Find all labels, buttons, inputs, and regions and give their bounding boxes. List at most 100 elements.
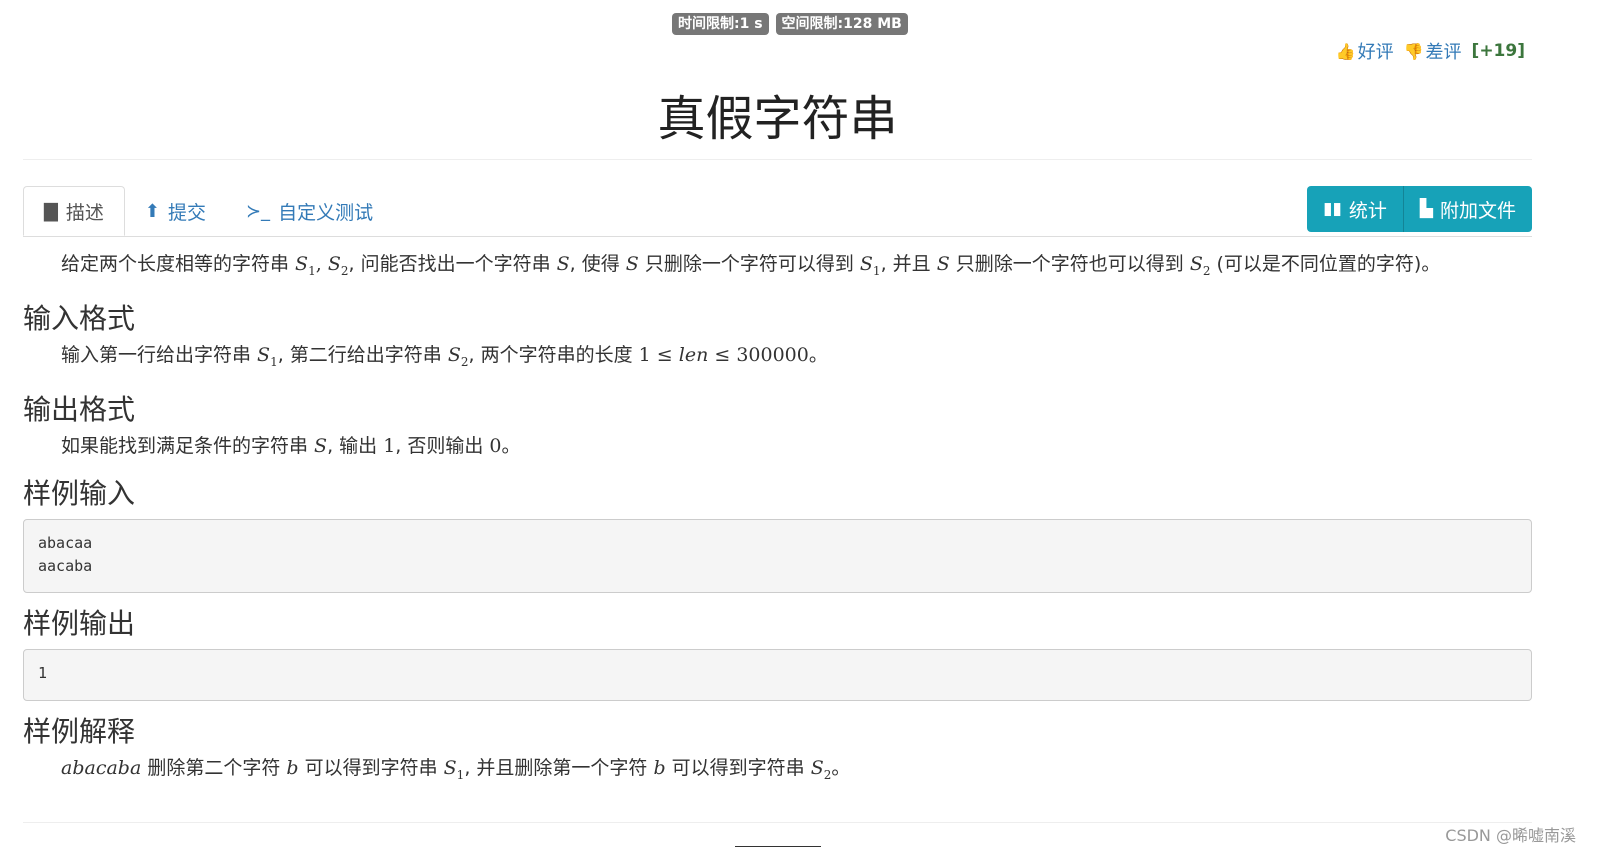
rating-score: [+19] [1471,41,1525,61]
input-format-heading: 输入格式 [23,301,136,335]
math-sub: 1 [270,354,278,369]
sample-input-line: abacaa [38,533,93,552]
math-var: S [447,343,461,366]
output-format-heading: 输出格式 [23,392,136,426]
math-s: S [936,253,950,275]
math-s: S [625,253,639,275]
sample-input-block[interactable]: abacaa aacaba [23,518,1532,593]
bar-chart-icon: ▮▮ [1323,199,1342,219]
bad-rating-label: 差评 [1425,42,1462,63]
text-segment: , 两个字符串的长度 [468,343,639,366]
math-le: ≤ [656,343,673,366]
math-sub: 2 [460,354,469,369]
bad-rating-link[interactable]: 👎 差评 [1404,38,1462,64]
math-b: b [286,756,299,779]
tab-description-label: 描述 [65,201,104,224]
sample-input-heading: 样例输入 [23,476,136,510]
text-segment: , 使得 [569,253,626,275]
math-var: S [295,253,309,275]
book-icon: ▇ [44,200,58,222]
math-word: abacaba [61,756,142,779]
math-s: S [556,253,570,275]
text-segment: 如果能找到满足条件的字符串 [61,434,315,457]
rating-bar: 👍 好评 👎 差评 [+19] [1336,38,1525,64]
description-text: 给定两个长度相等的字符串 S1, S2, 问能否找出一个字符串 S, 使得 S … [61,247,1532,288]
text-segment: 输入第一行给出字符串 [61,343,258,366]
limits-bar: 时间限制:1 s 空间限制:128 MB [672,13,908,35]
text-segment: (可以是不同位置的字符)。 [1210,253,1441,275]
text-segment: 只删除一个字符也可以得到 [949,253,1190,275]
explanation-heading: 样例解释 [23,714,136,748]
math-zero: 0 [489,434,502,457]
math-upper-bound: 300000 [736,343,809,366]
sample-input-line: aacaba [38,556,93,575]
upload-circle-icon: ⬆ [144,200,160,222]
tab-custom-test-label: 自定义测试 [278,201,374,224]
text-segment: 删除第二个字符 [141,756,287,779]
text-segment: 给定两个长度相等的字符串 [61,253,296,275]
tab-submit[interactable]: ⬆ 提交 [125,186,226,236]
math-var: S [257,343,271,366]
thumbs-up-icon: 👍 [1335,41,1356,61]
text-segment: 可以得到字符串 [665,756,811,779]
text-segment: , 第二行给出字符串 [277,343,448,366]
math-var: S [810,756,824,779]
title-divider [23,159,1532,160]
math-sub: 1 [308,263,316,278]
text-segment: 。 [501,434,521,457]
tab-submit-label: 提交 [167,201,206,224]
math-s2: S2 [327,253,349,278]
math-var: S [859,253,873,275]
math-s1: S1 [257,343,278,369]
problem-tabs: ▇ 描述 ⬆ 提交 ≻_ 自定义测试 [23,186,393,236]
math-comma: , [315,253,328,275]
text-segment: , 问能否找出一个字符串 [348,253,557,275]
good-rating-link[interactable]: 👍 好评 [1336,38,1394,64]
terminal-icon: ≻_ [245,200,271,222]
tab-custom-test[interactable]: ≻_ 自定义测试 [226,186,393,236]
sample-output-heading: 样例输出 [23,606,136,640]
math-s1: S1 [295,253,316,278]
csdn-watermark: CSDN @晞嘘南溪 [1445,826,1576,845]
action-buttons: ▮▮ 统计 ▙ 附加文件 [1307,186,1532,232]
text-segment: , 输出 [327,434,384,457]
text-segment: , 并且删除第一个字符 [464,756,654,779]
stats-button[interactable]: ▮▮ 统计 [1307,186,1404,232]
math-one: 1 [638,343,651,366]
sample-output-line: 1 [38,663,48,682]
text-segment: , 否则输出 [395,434,490,457]
good-rating-label: 好评 [1357,42,1394,63]
text-segment: 可以得到字符串 [298,756,444,779]
explanation-text: abacaba 删除第二个字符 b 可以得到字符串 S1, 并且删除第一个字符 … [61,751,1532,792]
math-s1: S1 [443,756,465,782]
sample-output-block[interactable]: 1 [23,648,1532,701]
tab-description[interactable]: ▇ 描述 [23,186,125,236]
text-segment: 。 [808,343,828,366]
math-s2: S2 [1189,253,1211,278]
time-limit-badge: 时间限制:1 s [672,13,769,35]
math-s2: S2 [447,343,469,369]
math-sub: 1 [872,263,881,278]
tabs-divider [23,236,1532,237]
thumbs-down-icon: 👎 [1403,41,1424,61]
problem-content: 给定两个长度相等的字符串 S1, S2, 问能否找出一个字符串 S, 使得 S … [23,247,1532,791]
math-len: len [678,343,709,366]
input-format-text: 输入第一行给出字符串 S1, 第二行给出字符串 S2, 两个字符串的长度 1 ≤… [61,338,1532,379]
attachments-button-label: 附加文件 [1439,199,1516,222]
memory-limit-badge: 空间限制:128 MB [775,13,908,35]
math-s: S [314,434,328,457]
text-segment: 只删除一个字符可以得到 [638,253,860,275]
attachments-button[interactable]: ▙ 附加文件 [1403,186,1532,232]
text-segment: , 并且 [880,253,937,275]
math-s2: S2 [810,756,832,782]
text-segment: 。 [831,756,851,779]
page-title: 真假字符串 [657,91,898,147]
math-one: 1 [383,434,396,457]
math-var: S [443,756,457,779]
file-icon: ▙ [1419,199,1433,219]
math-var: S [1189,253,1203,275]
math-s1: S1 [859,253,881,278]
bottom-divider [23,822,1532,823]
math-var: S [327,253,341,275]
math-b: b [653,756,666,779]
